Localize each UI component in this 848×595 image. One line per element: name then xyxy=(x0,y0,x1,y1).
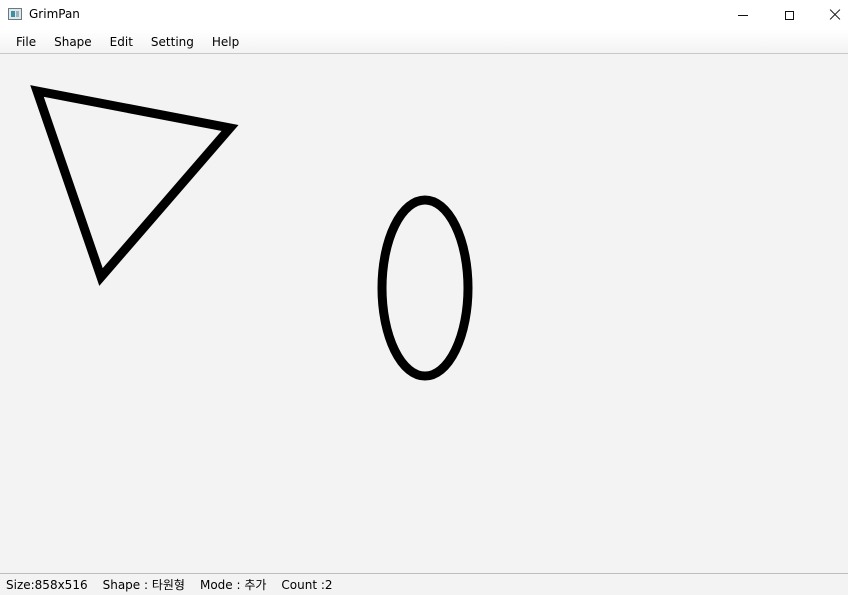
maximize-button[interactable] xyxy=(766,0,812,30)
maximize-icon xyxy=(784,10,794,20)
status-count: Count :2 xyxy=(281,577,333,592)
status-bar: Size:858x516 Shape : 타원형 Mode : 추가 Count… xyxy=(0,573,848,595)
canvas-svg xyxy=(30,85,473,381)
status-shape: Shape : 타원형 xyxy=(102,578,185,592)
status-size: Size:858x516 xyxy=(6,577,88,592)
triangle-shape[interactable] xyxy=(30,85,239,286)
close-icon xyxy=(828,8,842,22)
title-bar[interactable]: GrimPan xyxy=(0,0,848,30)
app-icon xyxy=(8,8,22,20)
menu-bar: File Shape Edit Setting Help xyxy=(0,30,848,54)
menu-shape[interactable]: Shape xyxy=(45,30,101,54)
menu-help[interactable]: Help xyxy=(203,30,248,54)
minimize-button[interactable] xyxy=(720,0,766,30)
menu-file[interactable]: File xyxy=(7,30,45,54)
minimize-icon xyxy=(738,14,748,16)
window-title: GrimPan xyxy=(29,7,80,21)
ellipse-shape[interactable] xyxy=(377,195,473,381)
menu-setting[interactable]: Setting xyxy=(142,30,203,54)
status-mode: Mode : 추가 xyxy=(199,578,267,592)
close-button[interactable] xyxy=(812,0,848,30)
drawing-canvas[interactable] xyxy=(0,54,848,573)
menu-edit[interactable]: Edit xyxy=(101,30,142,54)
